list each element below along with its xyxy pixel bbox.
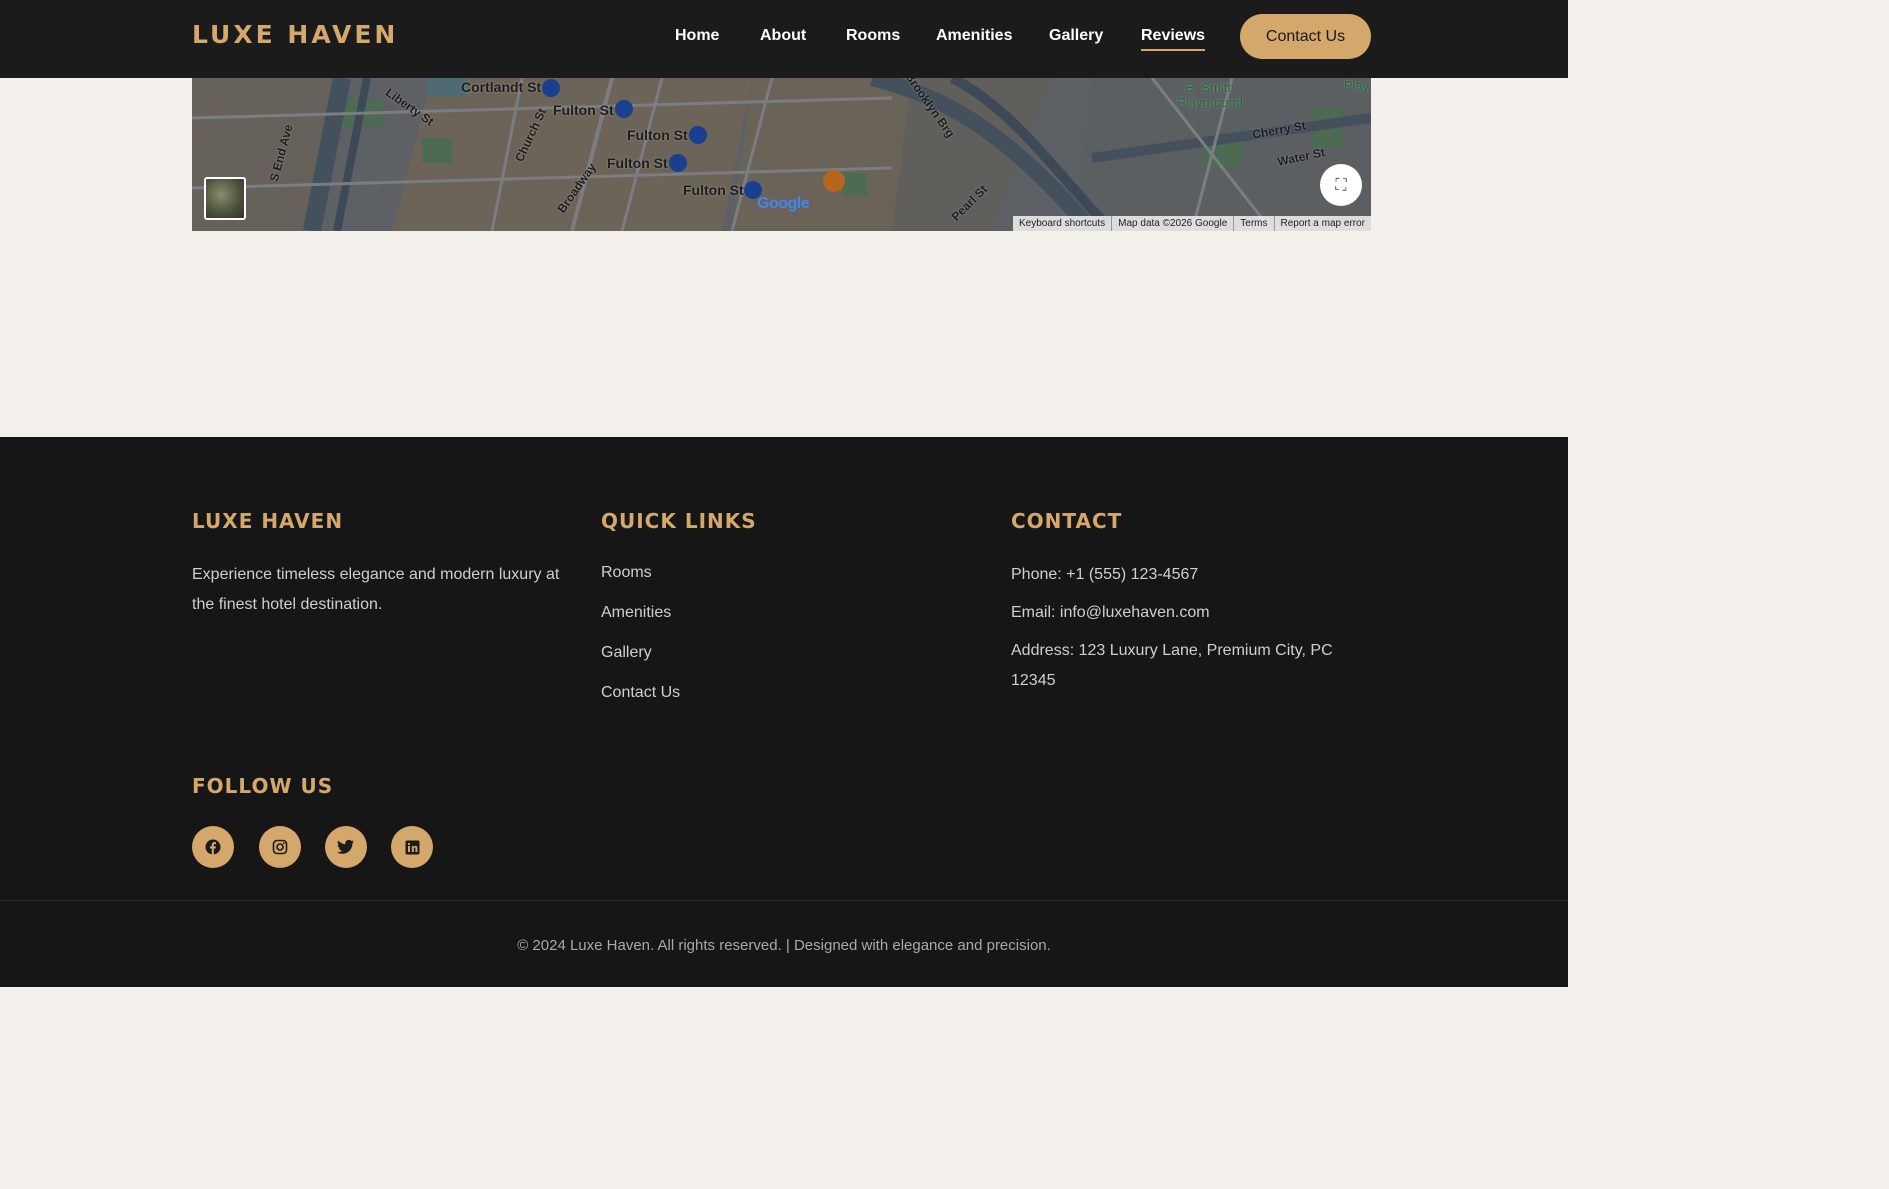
location-map[interactable]: Cortlandt St Fulton St Fulton St Fulton … — [192, 78, 1371, 231]
map-data-text: Map data ©2026 Google — [1111, 216, 1233, 231]
footer-link-amenities[interactable]: Amenities — [601, 604, 671, 622]
follow-us-title: FOLLOW US — [192, 774, 334, 798]
nav-amenities[interactable]: Amenities — [936, 27, 1012, 45]
map-label: Cortlandt St — [461, 79, 542, 95]
terms-link[interactable]: Terms — [1233, 216, 1273, 231]
contact-address: Address: 123 Luxury Lane, Premium City, … — [1011, 642, 1333, 689]
contact-us-button[interactable]: Contact Us — [1240, 14, 1371, 59]
nav-gallery[interactable]: Gallery — [1049, 27, 1103, 45]
keyboard-shortcuts-link[interactable]: Keyboard shortcuts — [1013, 216, 1111, 231]
google-logo: Google — [757, 195, 810, 213]
map-label: E. Smith Playground — [1177, 80, 1243, 110]
footer-brand-description: Experience timeless elegance and modern … — [192, 566, 560, 613]
map-label: Play — [1344, 78, 1370, 93]
site-header: LUXE HAVEN Home About Rooms Amenities Ga… — [0, 0, 1568, 78]
site-logo[interactable]: LUXE HAVEN — [192, 20, 398, 49]
site-footer: LUXE HAVEN Experience timeless elegance … — [0, 437, 1568, 987]
instagram-icon[interactable] — [259, 826, 301, 868]
fullscreen-icon[interactable]: ⛶ — [1320, 164, 1362, 206]
map-label: Fulton St — [607, 155, 668, 171]
nav-reviews[interactable]: Reviews — [1141, 27, 1206, 51]
nav-rooms[interactable]: Rooms — [846, 27, 900, 45]
map-attribution: Keyboard shortcuts Map data ©2026 Google… — [1012, 216, 1371, 231]
satellite-toggle[interactable] — [204, 177, 246, 220]
footer-link-rooms[interactable]: Rooms — [601, 564, 652, 582]
map-label: Fulton St — [627, 127, 688, 143]
quick-links-title: QUICK LINKS — [601, 509, 757, 533]
contact-phone: Phone: +1 (555) 123-4567 — [1011, 566, 1199, 583]
footer-link-contact[interactable]: Contact Us — [601, 684, 680, 702]
nav-about[interactable]: About — [760, 27, 806, 45]
contact-title: CONTACT — [1011, 509, 1123, 533]
google-logo-text: Google — [757, 195, 810, 212]
report-map-error-link[interactable]: Report a map error — [1273, 216, 1371, 231]
facebook-icon[interactable] — [192, 826, 234, 868]
linkedin-icon[interactable] — [391, 826, 433, 868]
contact-email: Email: info@luxehaven.com — [1011, 604, 1210, 621]
map-label: Fulton St — [553, 102, 614, 118]
copyright-text: © 2024 Luxe Haven. All rights reserved. … — [517, 937, 1051, 954]
footer-brand-title: LUXE HAVEN — [192, 509, 344, 533]
footer-divider — [0, 900, 1568, 901]
footer-link-gallery[interactable]: Gallery — [601, 644, 652, 662]
nav-home[interactable]: Home — [675, 27, 719, 45]
twitter-icon[interactable] — [325, 826, 367, 868]
map-label: Fulton St — [683, 182, 744, 198]
